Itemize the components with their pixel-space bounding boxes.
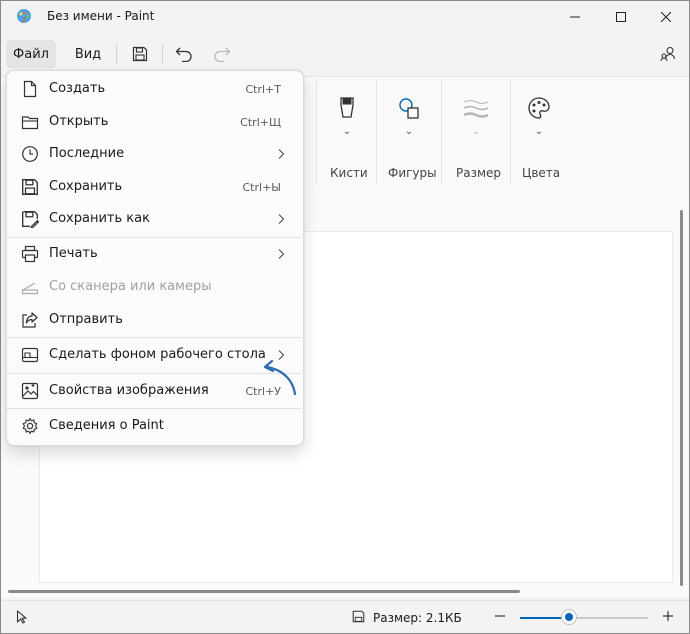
- chevron-right-icon: [277, 213, 285, 225]
- chevron-down-icon: ⌄: [471, 126, 481, 137]
- menu-separator: [7, 373, 301, 374]
- menu-item-label: Отправить: [49, 312, 123, 327]
- menu-item-label: Создать: [49, 81, 106, 96]
- paint-app-icon: [16, 8, 32, 24]
- menu-item-label: Последние: [49, 146, 125, 161]
- annotation-arrow-icon: [258, 356, 300, 398]
- menu-item-label: Печать: [49, 246, 98, 261]
- ribbon-divider: [316, 80, 317, 184]
- menu-separator: [7, 337, 301, 338]
- clock-icon: [21, 145, 39, 163]
- save-icon: [21, 178, 39, 196]
- menu-item-open[interactable]: Открыть Ctrl+Щ: [7, 106, 303, 138]
- undo-button[interactable]: [170, 40, 198, 68]
- ribbon-label-shapes: Фигуры: [388, 166, 437, 180]
- menu-separator: [7, 408, 301, 409]
- horizontal-scrollbar[interactable]: [8, 590, 520, 593]
- chevron-right-icon: [277, 248, 285, 260]
- shapes-icon: [399, 98, 419, 119]
- redo-icon: [214, 47, 231, 62]
- menubar-divider: [116, 44, 117, 64]
- maximize-button[interactable]: [598, 1, 644, 32]
- account-button[interactable]: [654, 40, 682, 68]
- brushes-button[interactable]: ⌄: [327, 96, 367, 146]
- gear-icon: [21, 417, 39, 435]
- redo-button[interactable]: [208, 40, 236, 68]
- view-menu-label: Вид: [74, 46, 102, 62]
- zoom-slider-thumb[interactable]: [561, 610, 576, 624]
- zoom-out-button[interactable]: [494, 610, 506, 622]
- menu-item-shortcut: Ctrl+Ы: [242, 181, 282, 194]
- printer-icon: [21, 245, 39, 263]
- file-menu-button[interactable]: Файл: [6, 40, 56, 68]
- folder-icon: [21, 113, 39, 131]
- plus-icon: [663, 611, 673, 621]
- menu-item-new[interactable]: Создать Ctrl+T: [7, 73, 303, 105]
- ribbon-label-colors: Цвета: [522, 166, 561, 180]
- menu-item-print[interactable]: Печать: [7, 238, 303, 270]
- chevron-right-icon: [277, 148, 285, 160]
- file-size-text: Размер: 2.1КБ: [373, 611, 462, 625]
- ribbon-divider: [510, 80, 511, 184]
- chevron-down-icon: ⌄: [534, 126, 544, 137]
- undo-icon: [175, 47, 192, 62]
- new-file-icon: [21, 80, 39, 98]
- menu-item-send[interactable]: Отправить: [7, 304, 303, 336]
- vertical-scrollbar[interactable]: [680, 210, 683, 586]
- wallpaper-icon: [21, 346, 39, 364]
- menu-item-shortcut: Ctrl+Щ: [240, 116, 281, 129]
- menu-item-label: Со сканера или камеры: [49, 279, 212, 294]
- menu-item-label: Открыть: [49, 114, 109, 129]
- brush-icon: [340, 97, 354, 118]
- share-icon: [21, 311, 39, 329]
- close-button[interactable]: [643, 1, 689, 32]
- menubar-divider: [162, 44, 163, 64]
- menu-item-label: Сохранить как: [49, 211, 150, 226]
- menu-item-recent[interactable]: Последние: [7, 138, 303, 170]
- menu-item-label: Свойства изображения: [49, 383, 209, 398]
- menu-item-save-as[interactable]: Сохранить как: [7, 203, 303, 235]
- pointer-position-icon: [16, 610, 28, 624]
- ribbon-label-size: Размер: [456, 166, 502, 180]
- quick-save-button[interactable]: [126, 40, 154, 68]
- zoom-in-button[interactable]: [662, 610, 674, 622]
- chevron-down-icon: ⌄: [404, 126, 414, 137]
- ribbon-label-brushes: Кисти: [330, 166, 368, 180]
- menu-item-label: Сохранить: [49, 179, 123, 194]
- size-icon: [463, 100, 489, 118]
- menu-item-label: Сведения о Paint: [49, 418, 164, 433]
- minimize-button[interactable]: [552, 1, 598, 32]
- chevron-down-icon: ⌄: [342, 126, 352, 137]
- minus-icon: [495, 615, 505, 617]
- menu-item-label: Сделать фоном рабочего стола: [49, 347, 266, 362]
- window-title: Без имени - Paint: [47, 9, 155, 23]
- ribbon-divider: [376, 80, 377, 184]
- size-button[interactable]: ⌄: [456, 96, 496, 146]
- scanner-icon: [21, 278, 39, 296]
- save-icon: [132, 46, 148, 62]
- ribbon-divider: [441, 80, 442, 184]
- file-size-icon: [352, 610, 365, 623]
- account-icon: [660, 46, 676, 62]
- menu-item-from-scanner[interactable]: Со сканера или камеры: [7, 271, 303, 303]
- palette-icon: [528, 97, 550, 119]
- file-menu-label: Файл: [13, 46, 49, 62]
- view-menu-button[interactable]: Вид: [68, 40, 108, 68]
- shapes-button[interactable]: ⌄: [389, 96, 429, 146]
- colors-button[interactable]: ⌄: [519, 96, 559, 146]
- save-as-icon: [21, 210, 39, 228]
- image-properties-icon: [21, 382, 39, 400]
- menu-item-save[interactable]: Сохранить Ctrl+Ы: [7, 171, 303, 203]
- menu-item-shortcut: Ctrl+T: [245, 83, 281, 96]
- menu-item-about-paint[interactable]: Сведения о Paint: [7, 410, 303, 442]
